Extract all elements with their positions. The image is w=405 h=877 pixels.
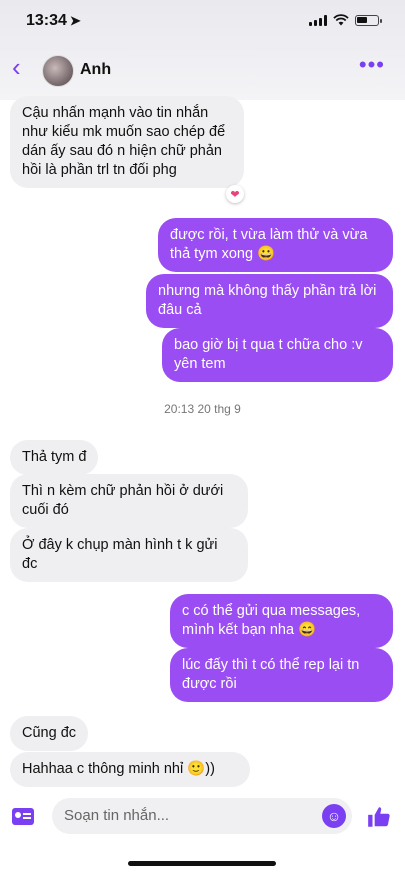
message-incoming[interactable]: Thả tym đ — [10, 440, 99, 475]
status-icons — [309, 14, 382, 26]
heart-reaction-icon[interactable]: ❤ — [226, 185, 244, 203]
home-indicator[interactable] — [128, 861, 276, 866]
avatar[interactable] — [42, 55, 74, 87]
status-time: 13:34 ➤ — [26, 12, 81, 30]
wifi-icon — [333, 14, 349, 26]
message-outgoing[interactable]: lúc đấy thì t có thể rep lại tn được rồi — [170, 648, 393, 702]
contact-name[interactable]: Anh — [80, 61, 111, 79]
conversation-header: ‹ Anh ••• — [0, 46, 405, 92]
message-input[interactable]: Soạn tin nhắn... ☺ — [52, 798, 352, 834]
contact-card-icon[interactable] — [12, 808, 34, 825]
message-outgoing[interactable]: bao giờ bị t qua t chữa cho :v yên tem — [162, 328, 393, 382]
message-incoming[interactable]: Cậu nhấn mạnh vào tin nhắn như kiểu mk m… — [10, 96, 244, 188]
message-incoming[interactable]: Ở đây k chụp màn hình t k gửi đc — [10, 528, 248, 582]
back-chevron-icon[interactable]: ‹ — [12, 54, 21, 80]
message-composer: Soạn tin nhắn... ☺ — [0, 792, 405, 842]
message-incoming[interactable]: Cũng đc — [10, 716, 89, 751]
timestamp: 20:13 20 thg 9 — [164, 402, 241, 416]
thumbs-up-icon[interactable] — [366, 804, 392, 830]
message-outgoing[interactable]: được rồi, t vừa làm thử và vừa thả tym x… — [158, 218, 393, 272]
message-outgoing[interactable]: c có thể gửi qua messages, mình kết bạn … — [170, 594, 393, 648]
status-bar: 13:34 ➤ — [0, 0, 405, 46]
more-options-icon[interactable]: ••• — [359, 52, 385, 78]
battery-icon — [355, 14, 382, 26]
message-incoming[interactable]: Thì n kèm chữ phản hồi ở dưới cuối đó — [10, 474, 248, 528]
message-input-placeholder: Soạn tin nhắn... — [64, 807, 170, 824]
signal-icon — [309, 14, 327, 26]
location-arrow-icon: ➤ — [69, 13, 81, 28]
status-time-text: 13:34 — [26, 12, 67, 29]
message-list[interactable]: Cậu nhấn mạnh vào tin nhắn như kiểu mk m… — [0, 92, 405, 792]
message-outgoing[interactable]: nhưng mà không thấy phần trả lời đâu cả — [146, 274, 393, 328]
message-incoming[interactable]: Hahhaa c thông minh nhỉ 🙂)) — [10, 752, 250, 787]
emoji-icon[interactable]: ☺ — [322, 804, 346, 828]
